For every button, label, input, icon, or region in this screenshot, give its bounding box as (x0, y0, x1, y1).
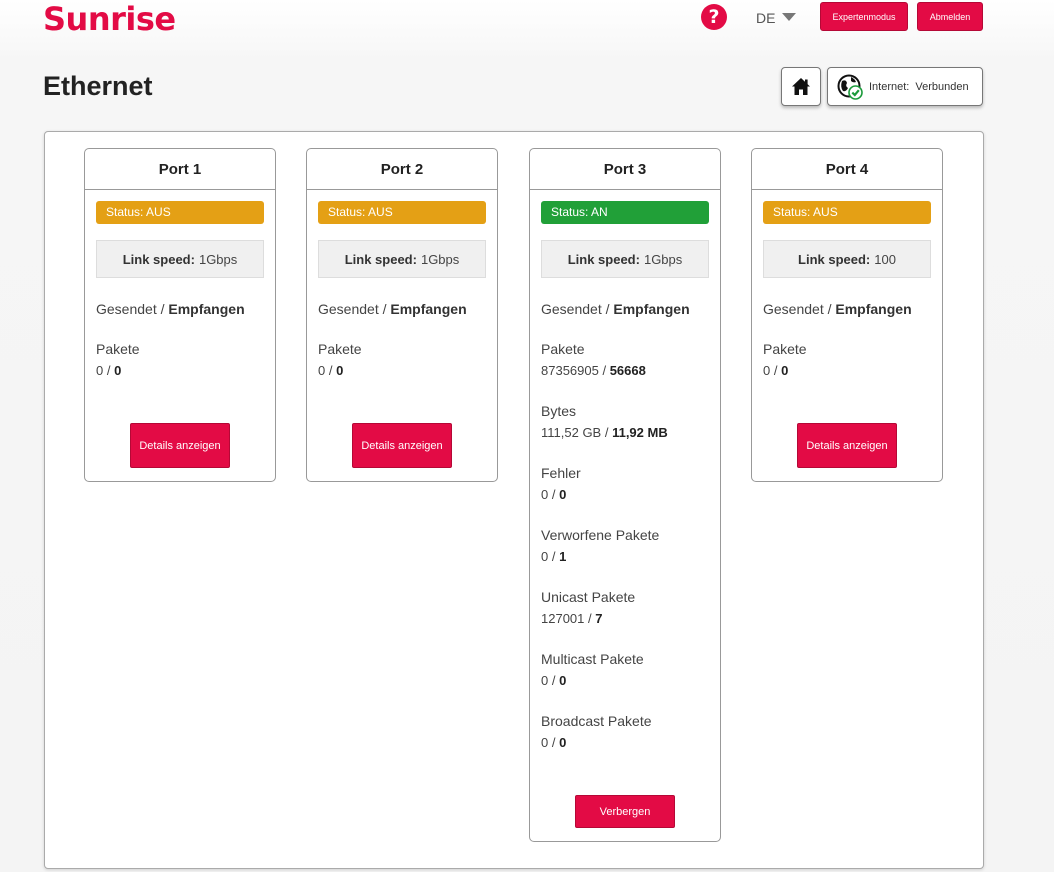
home-icon (792, 78, 810, 95)
link-speed-label: Link speed: (798, 251, 871, 267)
sent-label: Gesendet / (541, 301, 610, 317)
link-speed-box: Link speed: 1Gbps (96, 240, 264, 278)
stat-value: 87356905 / 56668 (541, 363, 646, 378)
link-speed-box: Link speed: 1Gbps (541, 240, 709, 278)
status-badge: Status: AUS (763, 201, 931, 224)
stat-label: Bytes (541, 403, 577, 419)
stat-label: Pakete (763, 341, 807, 357)
sent-label: Gesendet / (318, 301, 387, 317)
stat-value: 0 / 1 (541, 549, 567, 564)
port-card-1: Port 1 Status: AUS Link speed: 1Gbps Ges… (84, 148, 276, 482)
received-label: Empfangen (835, 301, 912, 317)
link-speed-label: Link speed: (122, 251, 195, 267)
details-button[interactable]: Details anzeigen (797, 423, 897, 468)
stat-value: 0 / 0 (541, 673, 567, 688)
sent-received-header: Gesendet / Empfangen (318, 301, 486, 317)
stat-label: Pakete (318, 341, 362, 357)
received-label: Empfangen (613, 301, 690, 317)
sent-received-header: Gesendet / Empfangen (541, 301, 709, 317)
stat-bytes: Bytes 111,52 GB / 11,92 MB (541, 401, 709, 443)
stat-label: Unicast Pakete (541, 589, 636, 605)
stat-unicast-pakete: Unicast Pakete 127001 / 7 (541, 587, 709, 629)
status-badge: Status: AUS (96, 201, 264, 224)
received-label: Empfangen (168, 301, 245, 317)
link-speed-value: 1Gbps (198, 251, 238, 267)
stat-pakete: Pakete 0 / 0 (763, 339, 931, 381)
stat-value: 0 / 0 (541, 487, 567, 502)
stat-label: Broadcast Pakete (541, 713, 652, 729)
status-badge: Status: AN (541, 201, 709, 224)
home-button[interactable] (781, 67, 821, 106)
globe-check-icon (837, 74, 863, 100)
hide-button[interactable]: Verbergen (575, 795, 675, 828)
port-title: Port 1 (85, 149, 275, 190)
link-speed-value: 1Gbps (643, 251, 683, 267)
stat-label: Fehler (541, 465, 581, 481)
details-button[interactable]: Details anzeigen (130, 423, 230, 468)
internet-status-button[interactable]: Internet: Verbunden (827, 67, 983, 106)
port-title: Port 3 (530, 149, 720, 190)
port-card-4: Port 4 Status: AUS Link speed: 100 Gesen… (751, 148, 943, 482)
question-circle-icon[interactable]: ? (701, 4, 727, 30)
sunrise-logo[interactable]: Sunrise (43, 0, 176, 38)
stat-pakete: Pakete 0 / 0 (96, 339, 264, 381)
stat-label: Pakete (541, 341, 585, 357)
stat-label: Verworfene Pakete (541, 527, 660, 543)
sent-label: Gesendet / (96, 301, 165, 317)
link-speed-box: Link speed: 100 (763, 240, 931, 278)
stat-value: 0 / 0 (96, 363, 122, 378)
stat-multicast-pakete: Multicast Pakete 0 / 0 (541, 649, 709, 691)
stat-label: Pakete (96, 341, 140, 357)
stat-value: 127001 / 7 (541, 611, 603, 626)
stat-verworfene-pakete: Verworfene Pakete 0 / 1 (541, 525, 709, 567)
link-speed-box: Link speed: 1Gbps (318, 240, 486, 278)
internet-label: Internet: (869, 80, 910, 93)
logout-button[interactable]: Abmelden (917, 2, 983, 31)
internet-status-text: Verbunden (915, 80, 969, 93)
top-bar: Sunrise ? DE Expertenmodus Abmelden (0, 0, 1054, 44)
stat-value: 0 / 0 (318, 363, 344, 378)
expert-mode-button[interactable]: Expertenmodus (820, 2, 908, 31)
port-title: Port 4 (752, 149, 942, 190)
link-speed-label: Link speed: (344, 251, 417, 267)
link-speed-value: 1Gbps (420, 251, 460, 267)
stat-value: 0 / 0 (763, 363, 789, 378)
status-badge: Status: AUS (318, 201, 486, 224)
sent-received-header: Gesendet / Empfangen (96, 301, 264, 317)
stat-broadcast-pakete: Broadcast Pakete 0 / 0 (541, 711, 709, 753)
stat-value: 111,52 GB / 11,92 MB (541, 425, 668, 440)
port-title: Port 2 (307, 149, 497, 190)
port-card-3: Port 3 Status: AN Link speed: 1Gbps Gese… (529, 148, 721, 842)
language-select[interactable]: DE (756, 10, 775, 26)
stat-pakete: Pakete 0 / 0 (318, 339, 486, 381)
port-card-2: Port 2 Status: AUS Link speed: 1Gbps Ges… (306, 148, 498, 482)
stat-pakete: Pakete 87356905 / 56668 (541, 339, 709, 381)
stat-label: Multicast Pakete (541, 651, 644, 667)
stat-value: 0 / 0 (541, 735, 567, 750)
link-speed-value: 100 (874, 251, 896, 267)
link-speed-label: Link speed: (567, 251, 640, 267)
received-label: Empfangen (390, 301, 467, 317)
page-title: Ethernet (43, 71, 153, 101)
details-button[interactable]: Details anzeigen (352, 423, 452, 468)
sent-received-header: Gesendet / Empfangen (763, 301, 931, 317)
stat-fehler: Fehler 0 / 0 (541, 463, 709, 505)
sent-label: Gesendet / (763, 301, 832, 317)
chevron-down-icon[interactable] (782, 13, 796, 21)
